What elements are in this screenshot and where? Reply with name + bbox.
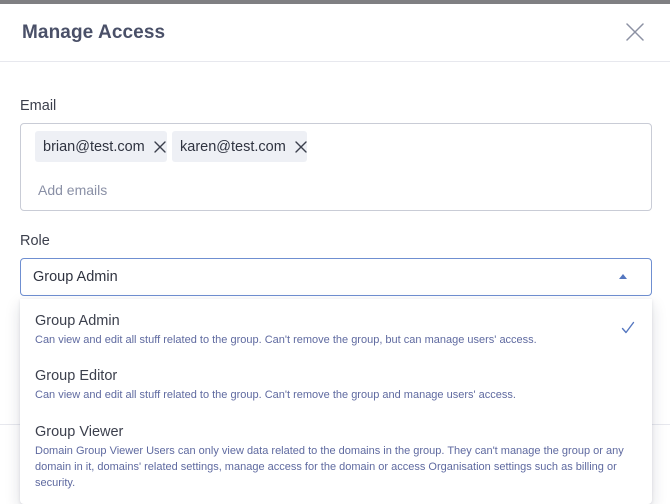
email-label: Email — [20, 98, 57, 114]
role-select[interactable]: Group Admin — [20, 258, 652, 296]
role-option-description: Can view and edit all stuff related to t… — [35, 389, 516, 401]
role-selected-value: Group Admin — [33, 269, 118, 285]
email-chip-text: karen@test.com — [180, 138, 286, 155]
close-icon[interactable] — [624, 21, 646, 43]
role-option-group-viewer[interactable]: Group Viewer Domain Group Viewer Users c… — [20, 410, 652, 504]
email-chip: brian@test.com — [35, 131, 167, 162]
role-option-group-editor[interactable]: Group Editor Can view and edit all stuff… — [20, 354, 652, 410]
close-icon[interactable] — [154, 140, 166, 153]
dialog-title: Manage Access — [22, 22, 166, 43]
role-option-title: Group Admin — [35, 313, 120, 329]
email-tag-input[interactable]: brian@test.com karen@test.com — [20, 123, 652, 211]
role-option-description: Domain Group Viewer Users can only view … — [35, 445, 624, 489]
email-chip: karen@test.com — [172, 131, 307, 162]
role-label: Role — [20, 233, 50, 249]
role-option-description: Can view and edit all stuff related to t… — [35, 334, 537, 346]
email-chip-text: brian@test.com — [43, 138, 145, 155]
role-option-title: Group Editor — [35, 368, 118, 384]
close-icon[interactable] — [295, 140, 307, 153]
add-emails-input[interactable] — [38, 180, 338, 200]
dialog-header: Manage Access — [0, 4, 670, 62]
role-dropdown-menu: Group Admin Can view and edit all stuff … — [20, 299, 652, 504]
role-option-group-admin[interactable]: Group Admin Can view and edit all stuff … — [20, 299, 652, 354]
caret-up-icon[interactable] — [619, 274, 627, 279]
manage-access-dialog: Manage Access Email brian@test.com karen… — [0, 4, 670, 504]
check-icon — [621, 321, 635, 334]
role-option-title: Group Viewer — [35, 424, 124, 440]
